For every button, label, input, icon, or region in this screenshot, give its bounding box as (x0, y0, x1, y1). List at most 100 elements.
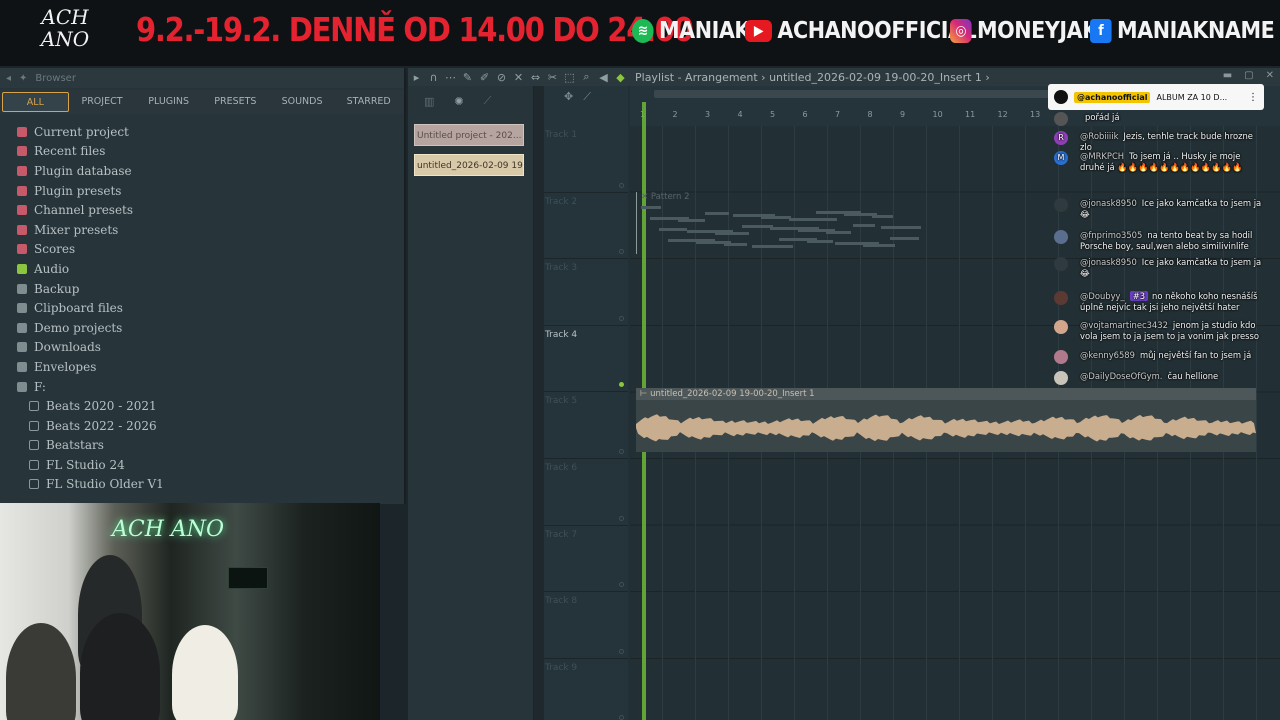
mute-icon[interactable]: ✕ (510, 71, 527, 84)
tab-starred[interactable]: STARRED (335, 92, 402, 112)
pinned-message[interactable]: @achanoofficial ALBUM ZA 10 D... ⋮ (1048, 84, 1264, 110)
browser-panel: ◂ ✦ Browser ALL PROJECT PLUGINS PRESETS … (0, 68, 406, 504)
folder-icon (17, 146, 27, 157)
slice-icon[interactable]: ✂ (544, 71, 561, 84)
avatar (1054, 90, 1068, 104)
tab-sounds[interactable]: SOUNDS (269, 92, 336, 112)
browser-item[interactable]: Audio (0, 259, 404, 279)
track-name: Track 2 (545, 196, 578, 207)
picker-scrollbar[interactable] (534, 86, 544, 720)
speaker-icon[interactable]: ◀ (595, 71, 612, 84)
pattern-note (650, 217, 689, 220)
clip-item[interactable]: Untitled project - 202... (414, 124, 524, 146)
track-header[interactable]: Track 3 (544, 259, 628, 326)
track-header[interactable]: Track 9 (544, 659, 628, 720)
chat-username[interactable]: @DailyDoseOfGym. (1080, 371, 1162, 381)
browser-item[interactable]: Backup (0, 279, 404, 299)
browser-item[interactable]: FL Studio Older V1 (0, 475, 404, 495)
browser-item[interactable]: Demo projects (0, 318, 404, 338)
minimize-icon[interactable]: ▬ (1223, 70, 1232, 81)
browser-item[interactable]: Beats 2020 - 2021 (0, 396, 404, 416)
brush-icon[interactable]: ✐ (476, 71, 493, 84)
chat-username[interactable]: @jonask8950 (1080, 257, 1137, 267)
magnet-icon[interactable]: ∩ (425, 71, 442, 84)
track-header[interactable]: Track 1 (544, 126, 628, 193)
track-header[interactable]: Track 8 (544, 592, 628, 659)
folder-icon (29, 401, 39, 412)
track-header[interactable]: Track 5 (544, 392, 628, 459)
close-icon[interactable]: ✕ (1266, 70, 1274, 81)
pencil-icon[interactable]: ✎ (459, 71, 476, 84)
maximize-icon[interactable]: ▢ (1244, 70, 1253, 81)
slider-icon[interactable]: ⋯ (442, 71, 459, 84)
tab-presets[interactable]: PRESETS (202, 92, 269, 112)
browser-item[interactable]: Downloads (0, 338, 404, 358)
browser-item[interactable]: Scores (0, 240, 404, 260)
waveform-shape (636, 414, 1256, 442)
track-header[interactable]: Track 6 (544, 459, 628, 526)
pattern-note (733, 214, 775, 217)
chat-username[interactable]: @MRKPCH (1080, 151, 1124, 161)
browser-item[interactable]: Beats 2022 - 2026 (0, 416, 404, 436)
horizontal-scrollbar[interactable] (654, 90, 1054, 98)
browser-item[interactable]: F: (0, 377, 404, 397)
track-activity-indicator[interactable] (619, 648, 624, 654)
track-activity-indicator[interactable] (619, 448, 624, 454)
clip-item[interactable]: untitled_2026-02-09 19-... (414, 154, 524, 176)
pin-icon[interactable]: ✦ (19, 73, 27, 84)
track-name: Track 8 (545, 596, 578, 607)
delete-icon[interactable]: ⊘ (493, 71, 510, 84)
chat-username[interactable]: @Doubyy_ (1080, 291, 1125, 301)
browser-item[interactable]: Beatstars (0, 436, 404, 456)
arrange-icon[interactable]: ◆ (612, 71, 629, 84)
select-icon[interactable]: ⬚ (561, 71, 578, 84)
chat-username[interactable]: @Robiiiik (1080, 131, 1118, 141)
track-header[interactable]: Track 2 (544, 193, 628, 260)
chat-username[interactable]: @jonask8950 (1080, 198, 1137, 208)
browser-item[interactable]: FL Studio 24 (0, 455, 404, 475)
move-icon[interactable]: ✥ (564, 90, 573, 126)
browser-item[interactable]: Current project (0, 122, 404, 142)
track-activity-indicator[interactable] (619, 515, 624, 521)
avatar (1054, 291, 1068, 305)
track-activity-indicator[interactable] (619, 382, 624, 388)
browser-item[interactable]: Plugin presets (0, 181, 404, 201)
audio-clip[interactable]: ⊢ untitled_2026-02-09 19-00-20_Insert 1 (636, 388, 1256, 452)
track-header[interactable]: Track 4 (544, 326, 628, 393)
automation-icon[interactable]: ⟋ (484, 94, 492, 108)
browser-item[interactable]: Clipboard files (0, 298, 404, 318)
browser-item[interactable]: Envelopes (0, 357, 404, 377)
track-activity-indicator[interactable] (619, 182, 624, 188)
arrow-icon[interactable]: ◂ (6, 73, 11, 84)
track-activity-indicator[interactable] (619, 249, 624, 255)
chat-username[interactable]: @vojtamartinec3432 (1080, 320, 1168, 330)
track-activity-indicator[interactable] (619, 315, 624, 321)
more-icon[interactable]: ⋮ (1248, 92, 1258, 103)
pattern-note (853, 224, 875, 227)
auto-scroll-icon[interactable]: ⟋ (583, 90, 591, 126)
browser-item[interactable]: Plugin database (0, 161, 404, 181)
pattern-clip[interactable]: ✕ Pattern 2 (636, 192, 921, 254)
audio-icon[interactable]: ✺ (454, 95, 463, 108)
tab-project[interactable]: PROJECT (69, 92, 136, 112)
track-header[interactable]: Track 7 (544, 526, 628, 593)
chat-message: @vojtamartinec3432 jenom ja studio kdo vo… (1048, 320, 1266, 342)
browser-item[interactable]: Recent files (0, 142, 404, 162)
browser-item-label: FL Studio Older V1 (46, 477, 164, 492)
folder-icon (17, 224, 27, 235)
track-activity-indicator[interactable] (619, 715, 624, 720)
browser-item[interactable]: Channel presets (0, 200, 404, 220)
zoom-icon[interactable]: ⌕ (578, 70, 595, 84)
chat-username[interactable]: @kenny6589 (1080, 350, 1135, 360)
social-spotify: ≋ MANIAK (632, 18, 750, 44)
tab-all[interactable]: ALL (2, 92, 69, 112)
track-name: Track 6 (545, 463, 578, 473)
chat-message: pořád já (1048, 112, 1266, 126)
play-icon[interactable]: ▸ (408, 71, 425, 84)
chat-username[interactable]: @fnprimo3505 (1080, 230, 1142, 240)
track-activity-indicator[interactable] (619, 582, 624, 588)
slip-icon[interactable]: ⇔ (527, 71, 544, 84)
tab-plugins[interactable]: PLUGINS (135, 92, 202, 112)
browser-item[interactable]: Mixer presets (0, 220, 404, 240)
pattern-icon[interactable]: ▥ (424, 95, 434, 108)
